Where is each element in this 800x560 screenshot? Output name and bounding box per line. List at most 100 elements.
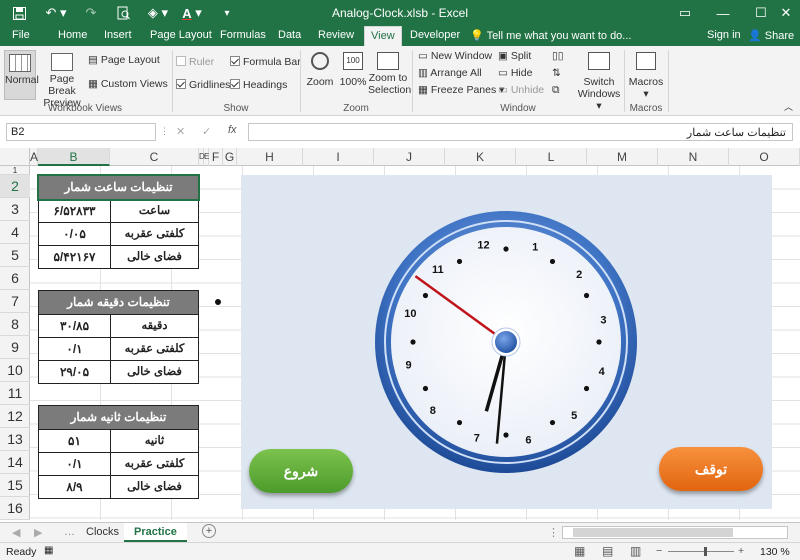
column-header[interactable]: K	[445, 148, 516, 166]
unhide-button[interactable]: ▭ Unhide	[498, 84, 544, 96]
table-title[interactable]: تنظیمات دقیقه شمار	[39, 291, 198, 314]
name-box[interactable]: B2	[6, 123, 156, 141]
zoom-in-icon[interactable]: +	[738, 545, 744, 557]
row-header[interactable]: 5	[0, 244, 30, 267]
table-value[interactable]: ۰/۱	[39, 453, 111, 475]
tab-data[interactable]: Data	[278, 29, 301, 41]
macro-record-icon[interactable]: ▦	[44, 545, 53, 556]
macros-button[interactable]: Macros ▾	[628, 50, 664, 100]
sync-scrolling-icon[interactable]: ⇅	[552, 67, 561, 79]
tab-view[interactable]: View	[364, 26, 402, 46]
reset-window-position-icon[interactable]: ⧉	[552, 84, 560, 97]
freeze-panes-button[interactable]: ▦ Freeze Panes ▾	[418, 84, 504, 96]
row-header[interactable]: 13	[0, 428, 30, 451]
table-value[interactable]: ۲۹/۰۵	[39, 361, 111, 383]
table-key[interactable]: ساعت	[111, 200, 198, 222]
stop-button[interactable]: توقف	[659, 447, 763, 491]
ruler-checkbox[interactable]: Ruler	[176, 56, 214, 68]
insert-function-icon[interactable]: fx	[228, 124, 237, 136]
column-header[interactable]: B	[38, 148, 110, 166]
row-header[interactable]: 9	[0, 336, 30, 359]
arrange-all-button[interactable]: ▥ Arrange All	[418, 67, 482, 79]
zoom-button[interactable]: Zoom	[304, 50, 336, 88]
tab-file[interactable]: File	[12, 29, 30, 41]
zoom-out-icon[interactable]: −	[656, 545, 662, 557]
table-key[interactable]: کلفتی عقربه	[111, 338, 198, 360]
table-value[interactable]: ۵۱	[39, 430, 111, 452]
select-all-corner[interactable]	[0, 148, 30, 166]
row-header[interactable]: 16	[0, 497, 30, 520]
hide-button[interactable]: ▭ Hide	[498, 67, 532, 79]
scrollbar-thumb[interactable]	[573, 528, 733, 537]
page-break-view-icon[interactable]: ▥	[630, 544, 641, 558]
sheet-tab-practice[interactable]: Practice	[124, 523, 187, 542]
formula-bar-checkbox[interactable]: Formula Bar	[230, 56, 301, 68]
table-value[interactable]: ۳۰/۸۵	[39, 315, 111, 337]
table-value[interactable]: ۶/۵۲۸۳۳	[39, 200, 111, 222]
row-header[interactable]: 10	[0, 359, 30, 382]
zoom-100-button[interactable]: 100 100%	[338, 50, 368, 88]
namebox-dropdown-icon[interactable]: ⋮	[160, 126, 169, 137]
column-header[interactable]: G	[223, 148, 237, 166]
table-value[interactable]: ۵/۴۲۱۶۷	[39, 246, 111, 268]
split-button[interactable]: ▣ Split	[498, 50, 531, 62]
row-header[interactable]: 14	[0, 451, 30, 474]
share-button[interactable]: 👤 Share	[748, 29, 794, 42]
view-side-by-side-icon[interactable]: ▯▯	[552, 50, 564, 62]
row-header[interactable]: 11	[0, 382, 30, 405]
row-header[interactable]: 4	[0, 221, 30, 244]
row-header[interactable]: 6	[0, 267, 30, 290]
formula-input[interactable]: تنظیمات ساعت شمار	[248, 123, 793, 141]
table-key[interactable]: ثانیه	[111, 430, 198, 452]
more-sheets-icon[interactable]: …	[64, 526, 75, 538]
tab-split-handle-icon[interactable]: ⋮	[548, 526, 559, 539]
horizontal-scrollbar[interactable]	[562, 526, 788, 539]
new-window-button[interactable]: ▭ New Window	[418, 50, 492, 62]
zoom-to-selection-button[interactable]: Zoom to Selection	[368, 50, 411, 96]
row-header[interactable]: 1	[0, 166, 30, 175]
table-key[interactable]: کلفتی عقربه	[111, 223, 198, 245]
table-value[interactable]: ۸/۹	[39, 476, 111, 498]
tell-me-box[interactable]: 💡 Tell me what you want to do...	[470, 29, 631, 42]
cancel-icon[interactable]: ✕	[176, 125, 185, 138]
sign-in-link[interactable]: Sign in	[707, 29, 741, 41]
add-sheet-icon[interactable]: +	[202, 524, 216, 538]
page-break-preview-button[interactable]: Page Break Preview	[38, 50, 86, 109]
zoom-slider-thumb[interactable]	[704, 547, 707, 556]
normal-view-icon[interactable]: ▦	[574, 544, 585, 558]
row-header[interactable]: 12	[0, 405, 30, 428]
column-header[interactable]: O	[729, 148, 800, 166]
scroll-left-icon[interactable]: ◀	[12, 526, 20, 539]
tab-page-layout[interactable]: Page Layout	[150, 29, 212, 41]
close-button[interactable]: ✕	[772, 0, 800, 26]
column-header[interactable]: F	[209, 148, 223, 166]
column-header[interactable]: C	[110, 148, 199, 166]
column-header[interactable]: I	[303, 148, 374, 166]
headings-checkbox[interactable]: Headings	[230, 79, 287, 91]
table-value[interactable]: ۰/۰۵	[39, 223, 111, 245]
table-key[interactable]: فضای خالی	[111, 361, 198, 383]
start-button[interactable]: شروع	[249, 449, 353, 493]
custom-views-button[interactable]: ▦ Custom Views	[88, 78, 168, 90]
column-header[interactable]: N	[658, 148, 729, 166]
gridlines-checkbox[interactable]: Gridlines	[176, 79, 230, 91]
table-value[interactable]: ۰/۱	[39, 338, 111, 360]
table-key[interactable]: فضای خالی	[111, 476, 198, 498]
row-header[interactable]: 2	[0, 175, 30, 198]
row-header[interactable]: 3	[0, 198, 30, 221]
page-layout-view-icon[interactable]: ▤	[602, 544, 613, 558]
table-title[interactable]: تنظیمات ساعت شمار	[37, 174, 200, 201]
column-header[interactable]: L	[516, 148, 587, 166]
table-key[interactable]: فضای خالی	[111, 246, 198, 268]
table-key[interactable]: کلفتی عقربه	[111, 453, 198, 475]
sheet-tab-clocks[interactable]: Clocks	[76, 523, 129, 542]
normal-view-button[interactable]: Normal	[4, 50, 39, 100]
tab-developer[interactable]: Developer	[410, 29, 460, 41]
column-header[interactable]: H	[237, 148, 303, 166]
scroll-right-icon[interactable]: ▶	[34, 526, 42, 539]
tab-home[interactable]: Home	[58, 29, 87, 41]
tab-formulas[interactable]: Formulas	[220, 29, 266, 41]
column-header[interactable]: J	[374, 148, 445, 166]
column-header[interactable]: A	[30, 148, 38, 166]
zoom-level[interactable]: 130 %	[760, 546, 790, 558]
